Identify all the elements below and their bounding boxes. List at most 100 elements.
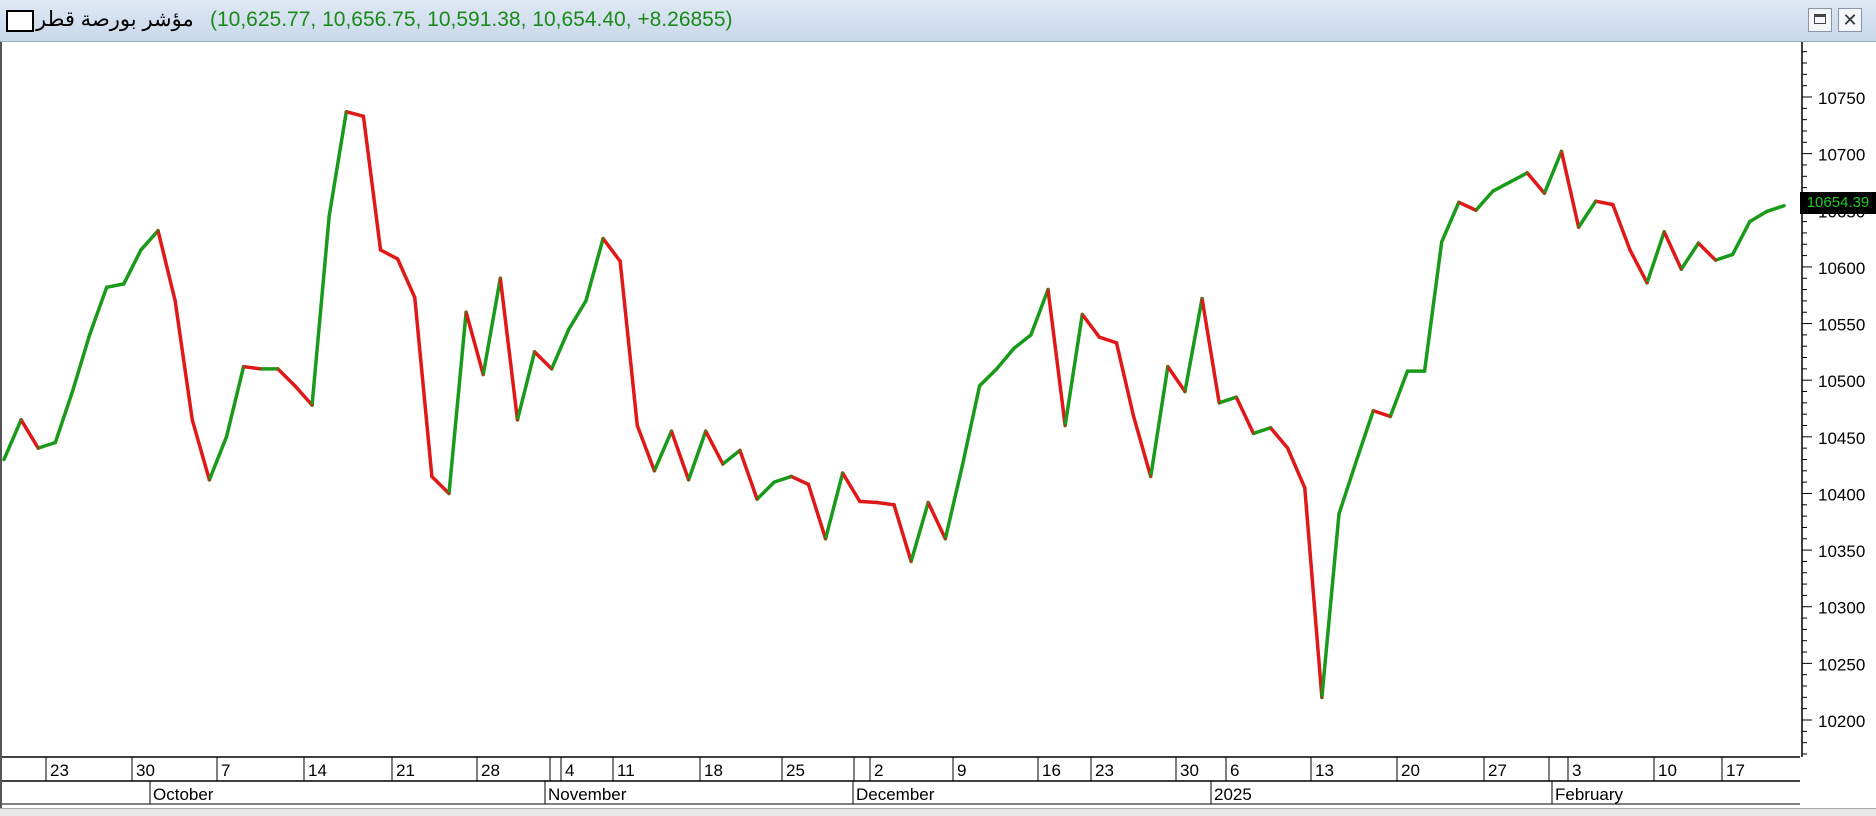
price-segment (1730, 219, 1752, 257)
restore-button[interactable] (1808, 8, 1832, 32)
price-segment (1713, 252, 1735, 262)
price-point (1560, 150, 1563, 153)
title-bar[interactable]: مؤشر بورصة قطر (10,625.77, 10,656.75, 10… (0, 0, 1876, 42)
price-segment (909, 500, 930, 564)
x-tick-label: 28 (481, 761, 500, 780)
price-segment (378, 248, 400, 261)
price-segment (1611, 202, 1632, 252)
price-point (139, 248, 143, 252)
y-tick-label: 10750 (1818, 89, 1865, 108)
price-segment (960, 384, 982, 467)
price-point (1183, 390, 1187, 393)
price-segment (276, 367, 297, 388)
price-segment (1166, 364, 1187, 394)
y-tick-label: 10550 (1818, 316, 1865, 335)
price-point (1081, 313, 1084, 316)
price-segment (1371, 409, 1393, 419)
price-segment (943, 463, 965, 541)
price-point (499, 277, 502, 280)
y-tick-label: 10300 (1818, 599, 1865, 618)
x-tick-label: 30 (136, 761, 155, 780)
price-segment (1046, 287, 1067, 428)
price-point (208, 478, 211, 482)
price-point (584, 299, 588, 303)
price-segment (1063, 312, 1085, 428)
price-point (1577, 226, 1580, 229)
price-point (1457, 201, 1461, 204)
price-segment (584, 236, 605, 303)
price-segment (686, 429, 708, 482)
x-tick-label: 25 (786, 761, 805, 780)
price-segment (1628, 248, 1649, 285)
price-segment (1029, 287, 1050, 337)
price-point (944, 537, 947, 540)
y-tick-label: 10700 (1818, 146, 1865, 165)
price-point (1235, 395, 1238, 399)
price-segment (549, 327, 571, 371)
price-segment (1388, 369, 1410, 419)
price-point (276, 367, 280, 371)
price-segment (755, 480, 776, 501)
price-segment (104, 282, 126, 290)
price-segment (1012, 333, 1033, 351)
price-point (1782, 204, 1786, 207)
price-point (653, 469, 656, 472)
price-segment (1679, 241, 1701, 271)
price-point (379, 248, 382, 252)
price-segment (1508, 171, 1530, 184)
x-tick-label: 13 (1315, 761, 1334, 780)
price-point (1303, 486, 1306, 489)
price-point (1252, 432, 1255, 435)
price-segment (1457, 200, 1478, 213)
price-segment (1765, 203, 1786, 214)
price-point (345, 110, 348, 113)
price-segment (1491, 180, 1512, 193)
x-tick-label: 6 (1230, 761, 1239, 780)
price-segment (1662, 230, 1684, 271)
price-point (430, 475, 434, 478)
price-point (790, 475, 793, 478)
price-segment (1320, 512, 1341, 700)
price-segment (1183, 296, 1204, 394)
price-point (927, 501, 930, 504)
price-segment (1354, 409, 1375, 464)
price-point (704, 429, 707, 433)
price-point (1662, 230, 1666, 233)
price-segment (618, 259, 640, 428)
price-chart[interactable]: 10200 10250 10300 10350 10400 10450 10500 10550… (2, 42, 1876, 815)
price-point (1406, 369, 1409, 373)
price-point (2, 458, 6, 461)
price-segment (87, 285, 109, 337)
price-segment (567, 299, 588, 331)
price-point (601, 237, 605, 240)
price-point (1594, 200, 1597, 203)
x-tick-label: 11 (617, 761, 635, 780)
x-tick-label: 23 (50, 761, 69, 780)
price-point (1029, 333, 1033, 337)
price-point (892, 503, 896, 506)
close-button[interactable]: ✕ (1838, 8, 1862, 32)
price-segment (361, 114, 383, 252)
price-point (875, 501, 879, 504)
price-point (1628, 248, 1632, 252)
price-point (533, 350, 536, 354)
y-tick-label: 10350 (1818, 542, 1865, 561)
price-point (122, 282, 126, 286)
price-point (567, 328, 571, 331)
price-point (618, 260, 622, 263)
price-point (1543, 192, 1546, 195)
price-point (1115, 341, 1118, 345)
ohlc-values: (10,625.77, 10,656.75, 10,591.38, 10,654… (210, 8, 733, 31)
restore-icon (1814, 14, 1826, 24)
price-point (37, 446, 40, 450)
price-point (191, 418, 194, 422)
x-tick-label: 23 (1095, 761, 1114, 780)
price-segment (1337, 459, 1358, 516)
price-segment (2, 418, 23, 462)
chart-area[interactable]: 10200 10250 10300 10350 10400 10450 10500 10550… (0, 42, 1876, 815)
price-point (482, 373, 485, 376)
price-segment (926, 500, 948, 541)
price-segment (122, 248, 143, 286)
price-segment (1542, 149, 1564, 196)
price-segment (1474, 189, 1495, 213)
